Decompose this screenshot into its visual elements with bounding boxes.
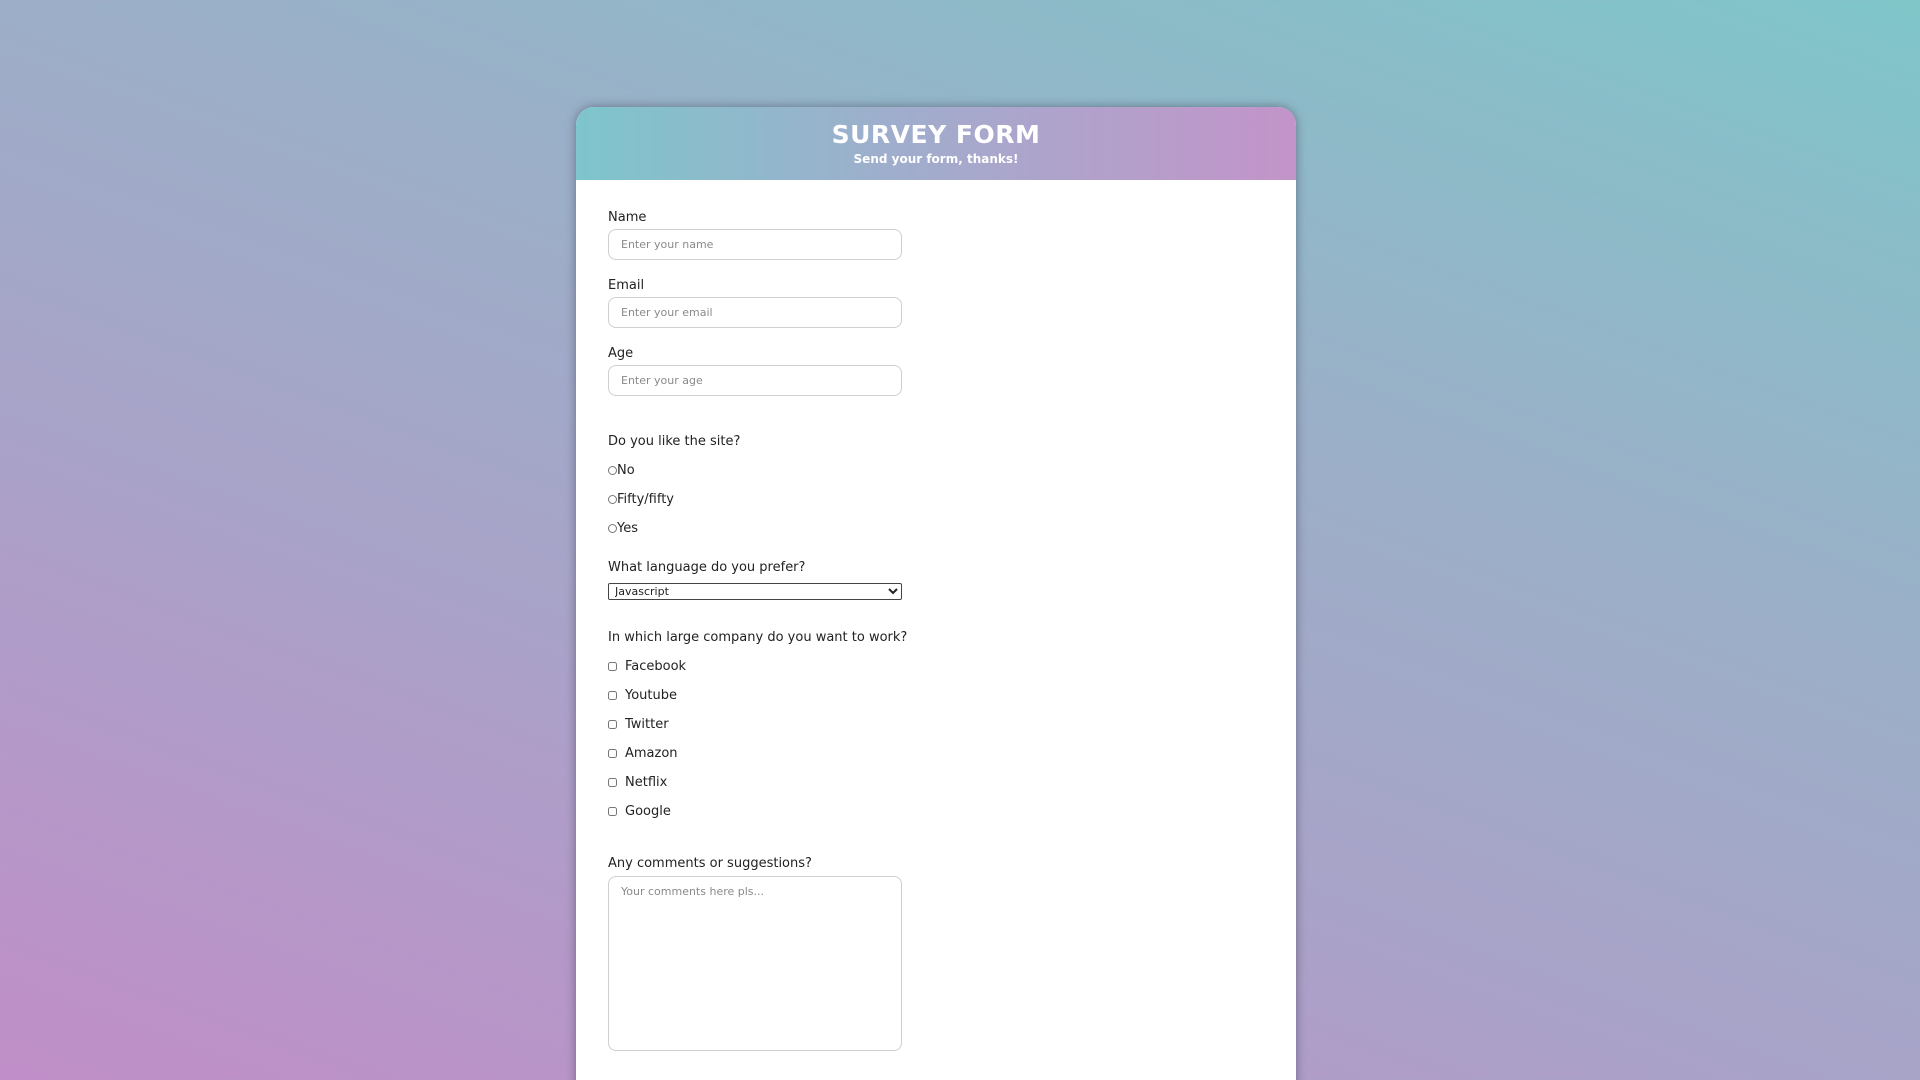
radio-yes[interactable] [608,524,617,533]
checkbox-youtube-label: Youtube [625,687,677,703]
comments-question: Any comments or suggestions? [608,856,812,871]
checkbox-google[interactable] [608,807,617,816]
company-question: In which large company do you want to wo… [608,630,908,645]
name-field-group: Name [608,210,1264,260]
radio-no[interactable] [608,466,617,475]
name-label: Name [608,210,647,225]
survey-form-card: SURVEY FORM Send your form, thanks! Name… [576,107,1296,1080]
radio-option-fifty-fifty[interactable]: Fifty/fifty [608,485,1264,514]
like-site-question: Do you like the site? [608,434,741,449]
checkbox-facebook[interactable] [608,662,617,671]
checkbox-option-amazon[interactable]: Amazon [608,739,1264,768]
radio-yes-label: Yes [617,520,638,536]
language-group: What language do you prefer? Javascript [608,560,1264,600]
age-label: Age [608,346,634,361]
checkbox-twitter[interactable] [608,720,617,729]
form-body: Name Email Age Do you like the site? No … [576,180,1296,1051]
email-field-group: Email [608,278,1264,328]
language-question: What language do you prefer? [608,560,806,575]
checkbox-option-twitter[interactable]: Twitter [608,710,1264,739]
checkbox-amazon[interactable] [608,749,617,758]
age-input[interactable] [608,365,902,396]
radio-no-label: No [617,462,635,478]
checkbox-option-google[interactable]: Google [608,797,1264,826]
checkbox-option-youtube[interactable]: Youtube [608,681,1264,710]
age-field-group: Age [608,346,1264,396]
form-title: SURVEY FORM [831,120,1041,149]
radio-fifty-fifty[interactable] [608,495,617,504]
radio-option-no[interactable]: No [608,456,1264,485]
email-input[interactable] [608,297,902,328]
like-site-group: Do you like the site? No Fifty/fifty Yes [608,434,1264,543]
name-input[interactable] [608,229,902,260]
checkbox-amazon-label: Amazon [625,745,678,761]
comments-textarea[interactable] [608,876,902,1051]
language-select[interactable]: Javascript [608,583,902,600]
company-group: In which large company do you want to wo… [608,630,1264,826]
checkbox-facebook-label: Facebook [625,658,687,674]
checkbox-youtube[interactable] [608,691,617,700]
comments-group: Any comments or suggestions? [608,856,1264,1051]
checkbox-option-netflix[interactable]: Netflix [608,768,1264,797]
checkbox-netflix[interactable] [608,778,617,787]
email-label: Email [608,278,645,293]
radio-option-yes[interactable]: Yes [608,514,1264,543]
radio-fifty-fifty-label: Fifty/fifty [617,491,674,507]
checkbox-option-facebook[interactable]: Facebook [608,652,1264,681]
form-header: SURVEY FORM Send your form, thanks! [576,107,1296,180]
checkbox-netflix-label: Netflix [625,774,668,790]
checkbox-twitter-label: Twitter [625,716,669,732]
checkbox-google-label: Google [625,803,671,819]
form-subtitle: Send your form, thanks! [853,152,1019,166]
